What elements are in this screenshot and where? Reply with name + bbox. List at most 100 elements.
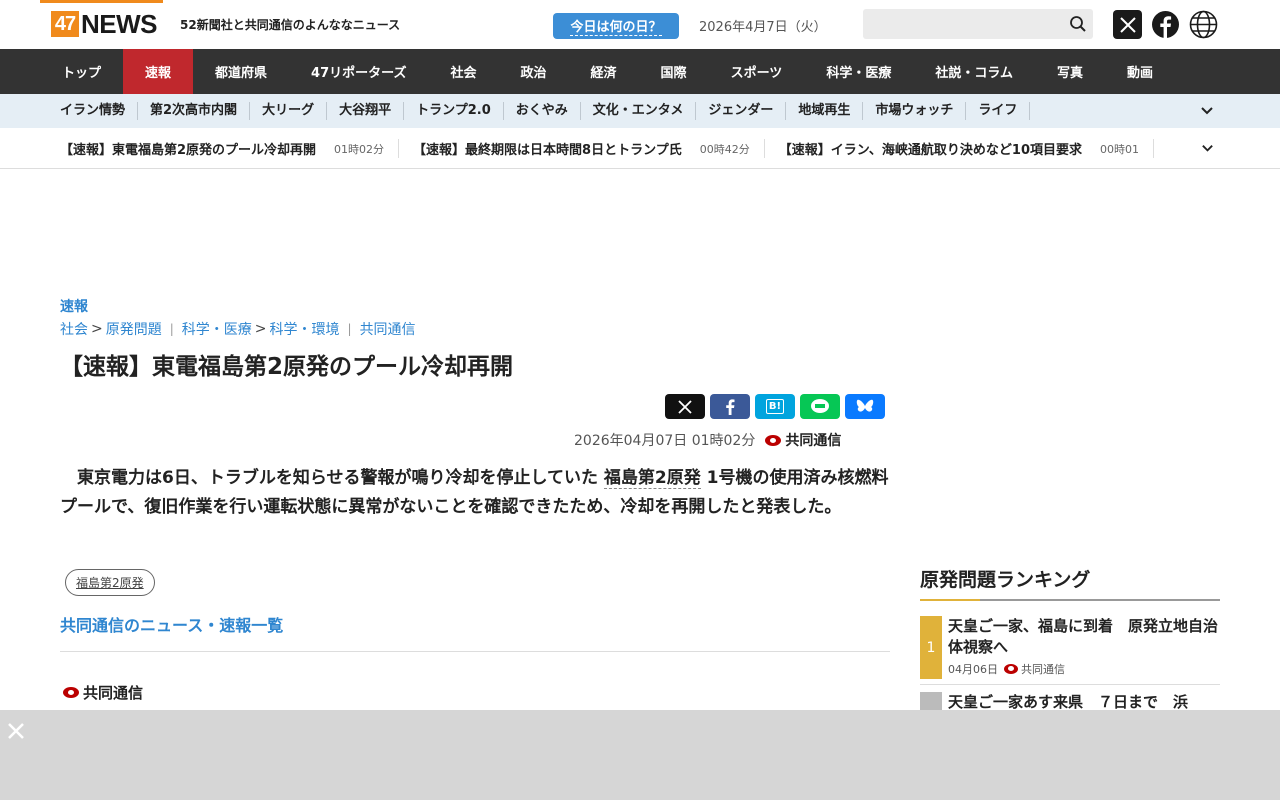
subnav-item[interactable]: イラン情勢 <box>48 102 139 120</box>
today-in-history-button[interactable]: 今日は何の日？ <box>553 13 679 39</box>
body-keyword-link[interactable]: 福島第2原発 <box>603 468 701 489</box>
breadcrumb-kyodo[interactable]: 共同通信 <box>360 319 416 339</box>
breadcrumb-separator: > <box>254 321 267 337</box>
facebook-icon[interactable] <box>1151 10 1180 39</box>
content-divider <box>60 651 890 652</box>
ranking-title-rule <box>920 599 1220 601</box>
subnav-item[interactable]: ジェンダー <box>696 102 787 120</box>
share-line-button[interactable] <box>800 394 840 419</box>
kyodo-logo-icon <box>1004 664 1018 674</box>
nav-item[interactable]: 動画 <box>1105 49 1175 94</box>
site-logo[interactable]: 47 NEWS <box>51 8 158 39</box>
line-icon <box>811 398 829 413</box>
nav-item[interactable]: 科学・医療 <box>804 49 913 94</box>
nav-item[interactable]: スポーツ <box>709 49 805 94</box>
publish-source: 共同通信 <box>785 433 842 449</box>
share-facebook-button[interactable] <box>710 394 750 419</box>
site-tagline: 52新聞社と共同通信のよんななニュース <box>180 18 401 32</box>
today-button-label: 今日は何の日？ <box>570 16 662 36</box>
sub-navigation: イラン情勢 第2次高市内閣 大リーグ 大谷翔平 トランプ2.0 おくやみ 文化・エンタメ ジェ… <box>0 94 1280 128</box>
nav-item[interactable]: 写真 <box>1035 49 1105 94</box>
breadcrumb-nuclear-issues[interactable]: 原発問題 <box>106 319 162 339</box>
current-date: 2026年4月7日（火） <box>699 20 827 35</box>
share-hatena-button[interactable]: B! <box>755 394 795 419</box>
ticker-item[interactable]: 【速報】東電福島第2原発のプール冷却再開 01時02分 <box>60 139 400 158</box>
article-headline: 【速報】東電福島第2原発のプール冷却再開 <box>60 354 514 380</box>
chevron-down-icon[interactable] <box>1201 142 1214 155</box>
facebook-icon <box>726 398 735 415</box>
breadcrumb-science-medical[interactable]: 科学・医療 <box>182 319 252 339</box>
breadcrumb-divider: | <box>347 322 352 336</box>
breadcrumb-society[interactable]: 社会 <box>60 319 88 339</box>
subnav-item[interactable]: トランプ2.0 <box>404 102 504 120</box>
subnav-item[interactable]: 文化・エンタメ <box>581 102 697 120</box>
article-tag[interactable]: 福島第2原発 <box>65 569 155 596</box>
breadcrumb-separator: > <box>91 321 103 337</box>
logo-47-mark: 47 <box>51 11 79 37</box>
hatena-icon: B! <box>765 399 785 414</box>
ticker-item-title: 【速報】イラン、海峡通航取り決めなど10項目要求 <box>778 143 1083 158</box>
logo-news-text: NEWS <box>81 8 158 39</box>
subnav-list: イラン情勢 第2次高市内閣 大リーグ 大谷翔平 トランプ2.0 おくやみ 文化・エンタメ ジェ… <box>48 102 1031 120</box>
article-category[interactable]: 速報 <box>60 296 88 316</box>
subnav-item[interactable]: おくやみ <box>504 102 581 120</box>
kyodo-logo-icon <box>63 687 79 698</box>
body-text-pre: 東京電力は6日、トラブルを知らせる警報が鳴り冷却を停止していた <box>60 468 604 488</box>
breadcrumb: 社会 > 原発問題 | 科学・医療 > 科学・環境 | 共同通信 <box>60 319 416 339</box>
subnav-item[interactable]: ライフ <box>966 102 1031 120</box>
search-icon[interactable] <box>1069 15 1087 33</box>
nav-item[interactable]: 経済 <box>569 49 639 94</box>
overlay-ad-banner <box>0 710 1280 800</box>
ranking-number: 1 <box>920 616 942 679</box>
ticker-item-time: 00時42分 <box>699 142 750 156</box>
language-globe-icon[interactable] <box>1189 10 1218 39</box>
article-footer-source: 共同通信 <box>63 682 143 703</box>
kyodo-logo-icon <box>765 434 782 446</box>
ticker-item[interactable]: 【速報】最終期限は日本時間8日とトランプ氏 00時42分 <box>413 139 765 158</box>
publish-info: 2026年04月07日 01時02分 共同通信 <box>574 430 841 450</box>
ranking-item-body: 天皇ご一家、福島に到着 原発立地自治体視察へ 04月06日 共同通信 <box>948 616 1220 679</box>
ranking-title: 原発問題ランキング <box>920 569 1091 591</box>
chevron-down-icon[interactable] <box>1200 104 1214 118</box>
kyodo-news-list-link[interactable]: 共同通信のニュース・速報一覧 <box>60 612 283 636</box>
nav-item[interactable]: トップ <box>40 49 123 94</box>
ticker-item-title: 【速報】最終期限は日本時間8日とトランプ氏 <box>413 143 682 158</box>
ticker-item[interactable]: 【速報】イラン、海峡通航取り決めなど10項目要求 00時01 <box>778 139 1155 158</box>
share-buttons: B! <box>665 394 885 419</box>
x-twitter-icon <box>678 399 692 414</box>
subnav-item[interactable]: 市場ウォッチ <box>863 102 967 120</box>
nav-item[interactable]: 社説・コラム <box>913 49 1035 94</box>
close-icon[interactable] <box>7 722 25 740</box>
ranking-item-source: 共同通信 <box>1021 663 1065 676</box>
publish-datetime: 2026年04月07日 01時02分 <box>574 433 756 449</box>
share-x-button[interactable] <box>665 394 705 419</box>
subnav-item[interactable]: 大谷翔平 <box>327 102 405 120</box>
nav-item[interactable]: 47リポーターズ <box>289 49 428 94</box>
share-bluesky-button[interactable] <box>845 394 885 419</box>
search-input[interactable] <box>863 9 1058 39</box>
breaking-news-ticker: 【速報】東電福島第2原発のプール冷却再開 01時02分 【速報】最終期限は日本時間8… <box>0 128 1280 169</box>
x-twitter-icon[interactable] <box>1113 10 1142 39</box>
nav-item[interactable]: 国際 <box>639 49 709 94</box>
nav-item[interactable]: 社会 <box>429 49 499 94</box>
search-box <box>863 9 1093 39</box>
footer-source-label: 共同通信 <box>83 684 144 702</box>
ticker-item-title: 【速報】東電福島第2原発のプール冷却再開 <box>60 143 317 158</box>
breadcrumb-science-environment[interactable]: 科学・環境 <box>270 319 340 339</box>
ticker-item-time: 00時01 <box>1100 142 1140 156</box>
site-header: 47 NEWS 52新聞社と共同通信のよんななニュース 今日は何の日？ 2026… <box>0 0 1280 49</box>
ticker-item-time: 01時02分 <box>334 142 385 156</box>
subnav-item[interactable]: 大リーグ <box>250 102 328 120</box>
nav-item[interactable]: 政治 <box>499 49 569 94</box>
subnav-item[interactable]: 地域再生 <box>786 102 864 120</box>
logo-accent-bar <box>40 0 163 3</box>
nav-item[interactable]: 速報 <box>123 49 194 94</box>
nav-item[interactable]: 都道府県 <box>193 49 289 94</box>
ranking-item[interactable]: 1 天皇ご一家、福島に到着 原発立地自治体視察へ 04月06日 共同通信 <box>920 616 1220 679</box>
main-navigation: トップ 速報 都道府県 47リポーターズ 社会 政治 経済 国際 スポーツ 科学・医療 社説・コラム… <box>0 49 1280 94</box>
subnav-item[interactable]: 第2次高市内閣 <box>138 102 251 120</box>
bluesky-butterfly-icon <box>856 399 874 412</box>
ranking-item-date: 04月06日 <box>948 663 998 676</box>
ticker-list: 【速報】東電福島第2原発のプール冷却再開 01時02分 【速報】最終期限は日本時間8… <box>60 128 1195 168</box>
article-body: 東京電力は6日、トラブルを知らせる警報が鳴り冷却を停止していた 福島第2原発 1… <box>60 464 890 521</box>
